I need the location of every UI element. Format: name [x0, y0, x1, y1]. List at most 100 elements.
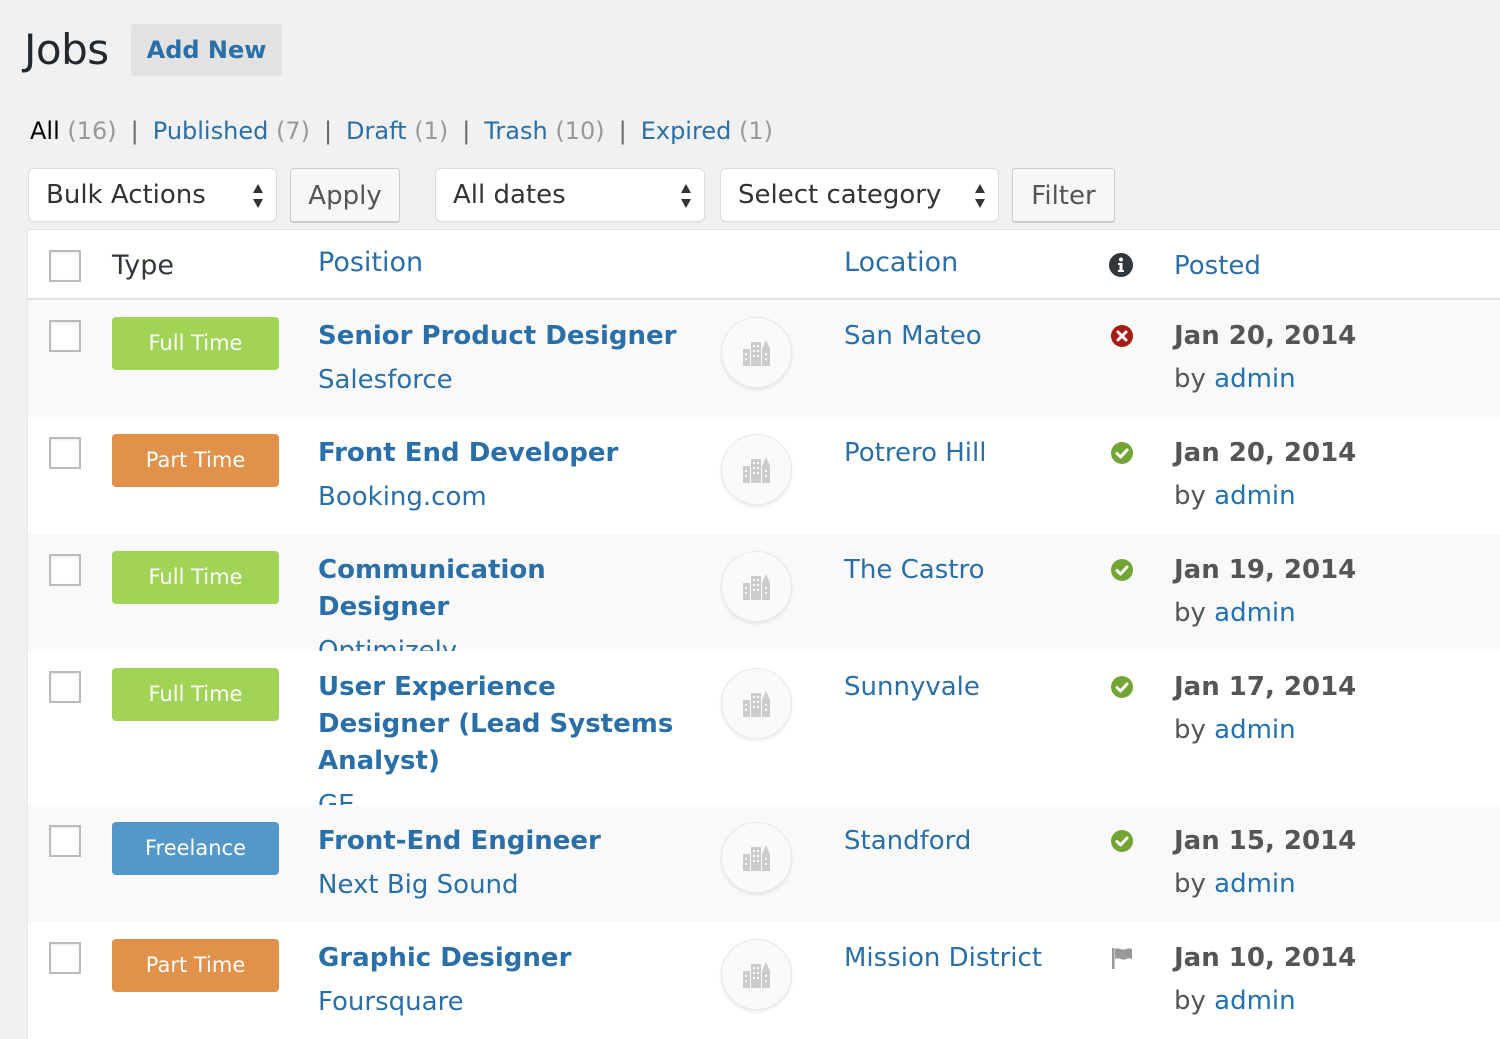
- by-prefix: by: [1174, 598, 1206, 628]
- posted-cell: Jan 10, 2014 by admin: [1174, 940, 1356, 1020]
- author-link[interactable]: admin: [1214, 481, 1295, 511]
- check-icon: [1111, 830, 1133, 852]
- building-icon: [742, 844, 770, 871]
- row-checkbox[interactable]: [49, 437, 81, 469]
- job-title-link[interactable]: User Experience Designer (Lead Systems A…: [318, 669, 678, 780]
- add-new-button[interactable]: Add New: [130, 24, 283, 76]
- company-link[interactable]: Salesforce: [318, 365, 678, 395]
- view-all-count: (16): [67, 117, 117, 145]
- row-checkbox[interactable]: [49, 671, 81, 703]
- building-icon: [742, 456, 770, 483]
- view-expired-label: Expired: [640, 117, 732, 145]
- author-link[interactable]: admin: [1214, 986, 1295, 1016]
- separator: |: [130, 117, 139, 145]
- view-expired[interactable]: Expired (1): [641, 117, 773, 145]
- check-icon: [1111, 559, 1133, 581]
- location-link[interactable]: Standford: [844, 823, 971, 860]
- column-position[interactable]: Position: [318, 247, 423, 278]
- category-select[interactable]: Select category: [720, 168, 999, 222]
- bulk-actions-select[interactable]: Bulk Actions: [28, 168, 277, 222]
- posted-cell: Jan 15, 2014 by admin: [1174, 823, 1356, 903]
- table-row: Part Time Graphic Designer Foursquare Mi…: [28, 922, 1500, 1039]
- table-row: Freelance Front-End Engineer Next Big So…: [28, 805, 1500, 922]
- job-title-link[interactable]: Graphic Designer: [318, 940, 678, 977]
- company-logo: [721, 434, 792, 505]
- job-title-link[interactable]: Communication Designer: [318, 552, 678, 626]
- view-filters: All (16) | Published (7) | Draft (1) | T…: [30, 117, 773, 145]
- posted-cell: Jan 19, 2014 by admin: [1174, 552, 1356, 632]
- view-draft-label: Draft: [346, 117, 407, 145]
- dates-select[interactable]: All dates: [435, 168, 705, 222]
- column-posted[interactable]: Posted: [1174, 248, 1261, 285]
- job-title-link[interactable]: Front End Developer: [318, 435, 678, 472]
- table-row: Part Time Front End Developer Booking.co…: [28, 417, 1500, 534]
- view-published-label: Published: [152, 117, 269, 145]
- column-location[interactable]: Location: [844, 247, 958, 278]
- building-icon: [742, 690, 770, 717]
- position-cell: Graphic Designer Foursquare: [318, 940, 678, 1017]
- table-row: Full Time Senior Product Designer Salesf…: [28, 300, 1500, 417]
- table-row: Full Time User Experience Designer (Lead…: [28, 651, 1500, 820]
- by-prefix: by: [1174, 364, 1206, 394]
- job-type-badge: Part Time: [112, 939, 279, 992]
- table-header: Type Position Location Posted: [28, 229, 1500, 300]
- author-link[interactable]: admin: [1214, 869, 1295, 899]
- by-prefix: by: [1174, 715, 1206, 745]
- status-flagged: [1110, 946, 1134, 970]
- job-title-link[interactable]: Front-End Engineer: [318, 823, 678, 860]
- apply-button[interactable]: Apply: [290, 168, 400, 222]
- posted-by: by admin: [1174, 712, 1356, 749]
- view-draft[interactable]: Draft (1): [346, 117, 448, 145]
- row-checkbox[interactable]: [49, 320, 81, 352]
- building-icon: [742, 961, 770, 988]
- location-link[interactable]: Sunnyvale: [844, 669, 980, 706]
- job-type-badge: Freelance: [112, 822, 279, 875]
- by-prefix: by: [1174, 481, 1206, 511]
- company-link[interactable]: Booking.com: [318, 482, 678, 512]
- select-arrows-icon: [975, 184, 985, 208]
- check-icon: [1111, 676, 1133, 698]
- job-title-link[interactable]: Senior Product Designer: [318, 318, 678, 355]
- status-active: [1110, 558, 1134, 582]
- dates-value: All dates: [453, 180, 566, 210]
- company-link[interactable]: Next Big Sound: [318, 870, 678, 900]
- author-link[interactable]: admin: [1214, 364, 1295, 394]
- row-checkbox[interactable]: [49, 554, 81, 586]
- page-header: Jobs Add New: [24, 22, 283, 78]
- table-body: Full Time Senior Product Designer Salesf…: [28, 300, 1500, 1039]
- separator: |: [462, 117, 471, 145]
- filter-button[interactable]: Filter: [1012, 168, 1115, 222]
- author-link[interactable]: admin: [1214, 598, 1295, 628]
- by-prefix: by: [1174, 869, 1206, 899]
- location-link[interactable]: The Castro: [844, 552, 984, 589]
- row-checkbox[interactable]: [49, 825, 81, 857]
- view-trash[interactable]: Trash (10): [484, 117, 604, 145]
- row-checkbox[interactable]: [49, 942, 81, 974]
- category-value: Select category: [738, 180, 942, 210]
- location-link[interactable]: Mission District: [844, 940, 1042, 977]
- location-link[interactable]: San Mateo: [844, 318, 982, 355]
- posted-by: by admin: [1174, 983, 1356, 1020]
- column-type: Type: [112, 250, 175, 281]
- company-logo: [721, 668, 792, 739]
- status-active: [1110, 675, 1134, 699]
- company-logo: [721, 317, 792, 388]
- expired-icon: [1111, 325, 1133, 347]
- company-link[interactable]: Foursquare: [318, 987, 678, 1017]
- posted-cell: Jan 17, 2014 by admin: [1174, 669, 1356, 749]
- company-logo: [721, 551, 792, 622]
- view-all-label: All: [30, 117, 60, 145]
- location-link[interactable]: Potrero Hill: [844, 435, 986, 472]
- author-link[interactable]: admin: [1214, 715, 1295, 745]
- select-all-checkbox[interactable]: [49, 250, 81, 282]
- posted-cell: Jan 20, 2014 by admin: [1174, 435, 1356, 515]
- info-icon: [1109, 253, 1133, 277]
- table-row: Full Time Communication Designer Optimiz…: [28, 534, 1500, 666]
- posted-by: by admin: [1174, 595, 1356, 632]
- view-all[interactable]: All (16): [30, 117, 117, 145]
- select-arrows-icon: [681, 184, 691, 208]
- view-published[interactable]: Published (7): [153, 117, 310, 145]
- posted-cell: Jan 20, 2014 by admin: [1174, 318, 1356, 398]
- posted-by: by admin: [1174, 866, 1356, 903]
- view-expired-count: (1): [738, 117, 773, 145]
